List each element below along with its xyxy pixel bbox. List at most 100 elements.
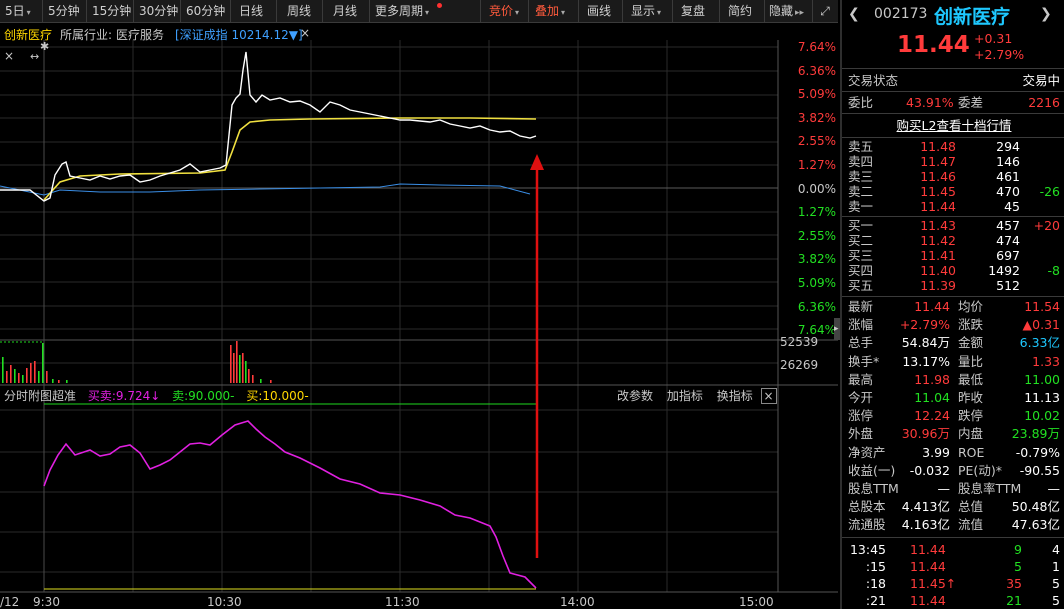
period-15min[interactable]: 15分钟 — [86, 0, 131, 22]
period-30min[interactable]: 30分钟 — [133, 0, 178, 22]
ask-book: 卖五 11.48 294 卖四 11.47 146 卖三 11.46 461 卖二 11.45 470… — [842, 139, 1064, 215]
stat-label: 均价 — [958, 299, 984, 314]
stat-label: 流值 — [958, 517, 984, 533]
percent-tick-label: 2.55% — [797, 228, 836, 243]
close-icon[interactable]: × — [4, 49, 14, 63]
index-line — [0, 183, 531, 196]
close-icon[interactable]: × — [300, 26, 310, 40]
stat-value: 11.44 — [914, 299, 950, 314]
period-day[interactable]: 日线 — [230, 0, 263, 22]
volume-bar — [260, 379, 262, 383]
l2-link-row: 购买L2查看十档行情 — [842, 117, 1064, 134]
tick-list: 13:45 11.44 9 4:15 11.44 5 1:18 11.45↑ 35 5:21 11.… — [842, 541, 1064, 609]
stats-row: 外盘 30.96万 内盘 23.89万 — [848, 425, 1060, 442]
indicator-buy: 买:10.000- — [246, 389, 309, 403]
stat-value: 4.163亿 — [901, 517, 950, 533]
stat-label: 最高 — [848, 371, 874, 387]
display-menu[interactable]: 显示 ▾ — [622, 0, 661, 22]
tick-row: :15 11.44 5 1 — [848, 558, 1060, 575]
percent-tick-label: 5.09% — [797, 276, 836, 290]
level-label: 买四 — [848, 263, 874, 278]
tick-row: :18 11.45↑ 35 5 — [848, 575, 1060, 592]
ask-row[interactable]: 卖五 11.48 294 — [848, 139, 1060, 154]
asterisk-marker: ✱ — [40, 40, 49, 53]
overlay-menu[interactable]: 叠加 ▾ — [528, 0, 565, 22]
level-label: 买三 — [848, 248, 874, 263]
percent-tick-label: 6.36% — [797, 63, 836, 78]
tick-row: 13:45 11.44 9 4 — [848, 541, 1060, 558]
bid-row[interactable]: 买五 11.39 512 — [848, 278, 1060, 293]
stats-row: 最新 11.44 均价 11.54 — [848, 298, 1060, 315]
level-label: 卖三 — [848, 169, 874, 184]
resize-icon[interactable]: ↔ — [30, 50, 39, 63]
level-volume: 294 — [996, 139, 1020, 154]
ask-row[interactable]: 卖四 11.47 146 — [848, 154, 1060, 169]
tick-price: 11.44 — [910, 559, 946, 574]
period-60min[interactable]: 60分钟 — [180, 0, 225, 22]
stat-value: 47.63亿 — [1011, 517, 1060, 533]
close-icon[interactable]: × — [760, 388, 777, 404]
volume-bar — [242, 353, 244, 383]
trade-status-label: 交易状态 — [848, 73, 899, 88]
weicha-value: 2216 — [1028, 95, 1060, 110]
stats-row: 收益(一) -0.032 PE(动)* -90.55 — [848, 462, 1060, 479]
trade-status-row: 交易状态 交易中 — [848, 72, 1060, 89]
chevron-down-icon: ▾ — [515, 8, 520, 17]
stat-label: 昨收 — [958, 390, 984, 405]
ask-row[interactable]: 卖三 11.46 461 — [848, 169, 1060, 184]
change-indicator-button[interactable]: 换指标 — [717, 389, 753, 403]
add-indicator-button[interactable]: 加指标 — [667, 389, 703, 403]
bid-row[interactable]: 买二 11.42 474 — [848, 233, 1060, 248]
bid-row[interactable]: 买一 11.43 457 +20 — [848, 218, 1060, 233]
period-week[interactable]: 周线 — [276, 0, 311, 22]
hide-menu[interactable]: 隐藏 ▸▸ — [764, 0, 804, 22]
buy-l2-link[interactable]: 购买L2查看十档行情 — [897, 118, 1012, 133]
trade-status: 交易中 — [1022, 73, 1060, 88]
level-price: 11.42 — [920, 233, 956, 248]
volume-bar — [46, 371, 48, 383]
tick-count: 1 — [1052, 559, 1060, 574]
time-label: 14:00 — [560, 595, 595, 609]
collapse-handle[interactable]: ▸ — [834, 318, 840, 340]
level-change: -26 — [1039, 184, 1060, 199]
level-volume: 697 — [996, 248, 1020, 263]
stats-row: 净资产 3.99 ROE -0.79% — [848, 444, 1060, 461]
forward-icon[interactable]: ❯ — [1040, 6, 1052, 22]
draw-line-button[interactable]: 画线 — [578, 0, 611, 22]
stat-value: — — [937, 481, 951, 496]
volume-bar — [30, 363, 32, 383]
volume-bar — [6, 371, 8, 383]
simple-button[interactable]: 简约 — [719, 0, 752, 22]
volume-bar — [236, 341, 238, 383]
volume-bar — [10, 365, 12, 383]
period-5day[interactable]: 5日 ▾ — [5, 0, 31, 22]
replay-button[interactable]: 复盘 — [672, 0, 705, 22]
period-5min[interactable]: 5分钟 — [42, 0, 80, 22]
stat-value: 50.48亿 — [1011, 499, 1060, 515]
chevron-down-icon: ▾ — [425, 8, 430, 17]
ask-row[interactable]: 卖二 11.45 470 -26 — [848, 184, 1060, 199]
stat-value: 13.17% — [902, 353, 950, 369]
stat-value: ▲0.31 — [1022, 317, 1060, 333]
stat-value: -0.032 — [909, 462, 950, 478]
volume-bar — [26, 368, 28, 383]
ask-row[interactable]: 卖一 11.44 45 — [848, 199, 1060, 214]
stat-value: 3.99 — [922, 444, 950, 460]
volume-bar — [66, 380, 68, 383]
volume-bar — [38, 371, 40, 383]
level-label: 卖五 — [848, 139, 874, 154]
expand-icon[interactable]: ⤢ — [812, 0, 837, 22]
bid-row[interactable]: 买四 11.40 1492 -8 — [848, 263, 1060, 278]
period-month[interactable]: 月线 — [322, 0, 357, 22]
more-periods[interactable]: 更多周期 ▾ — [369, 0, 429, 22]
indicator-name[interactable]: 分时附图超准 — [4, 389, 76, 403]
chart-grid — [0, 40, 778, 592]
volume-bar — [245, 361, 247, 383]
auction-menu[interactable]: 竞价 ▾ — [480, 0, 519, 22]
stat-label: 外盘 — [848, 426, 874, 442]
stat-value: 11.98 — [914, 371, 950, 387]
change-params-button[interactable]: 改参数 — [617, 389, 653, 403]
bid-row[interactable]: 买三 11.41 697 — [848, 248, 1060, 263]
stat-label: 涨停 — [848, 408, 874, 424]
back-icon[interactable]: ❮ — [848, 6, 860, 22]
